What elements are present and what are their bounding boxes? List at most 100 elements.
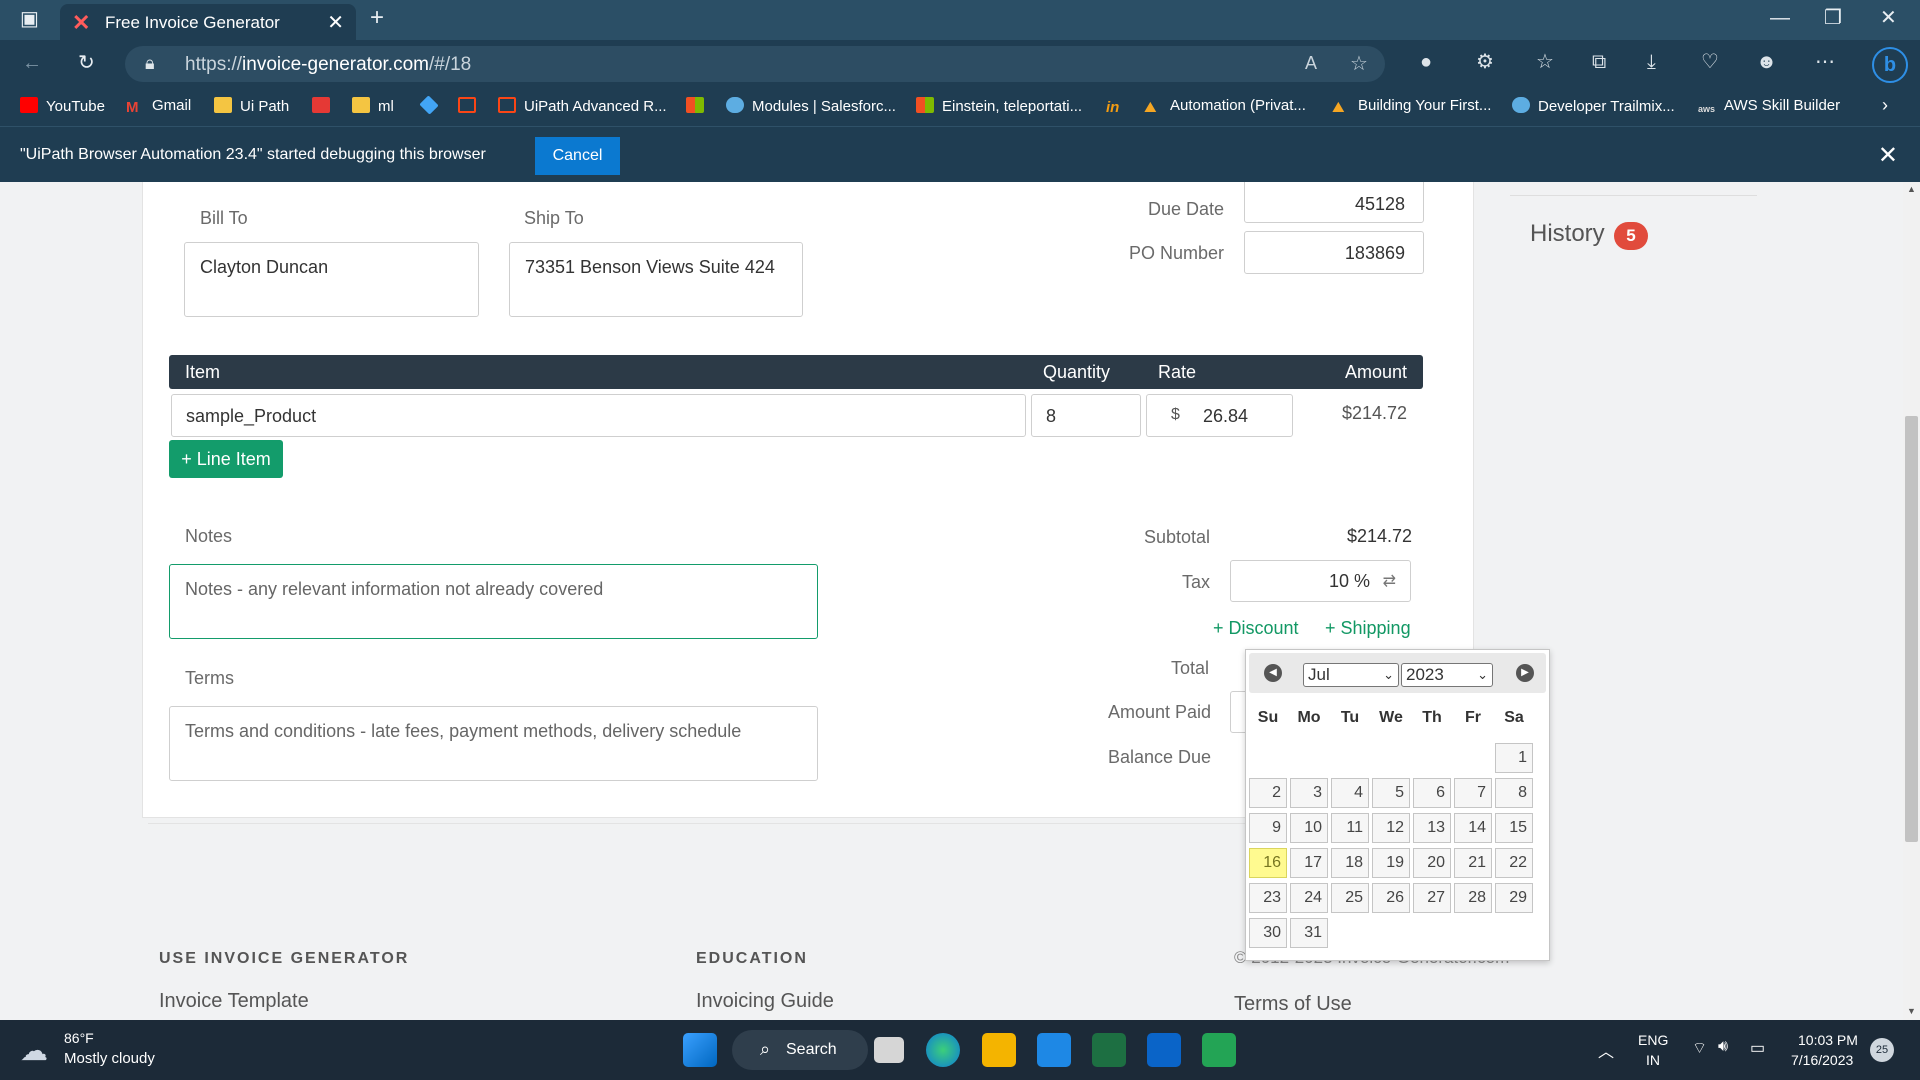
calendar-day[interactable]: 5 — [1372, 778, 1410, 808]
clock-date[interactable]: 7/16/2023 — [1791, 1052, 1853, 1068]
weather-description[interactable]: Mostly cloudy — [64, 1050, 155, 1067]
calendar-day[interactable]: 25 — [1331, 883, 1369, 913]
calendar-day[interactable]: 28 — [1454, 883, 1492, 913]
language-bottom[interactable]: IN — [1646, 1052, 1660, 1068]
close-infobar-icon[interactable]: ✕ — [1878, 141, 1898, 170]
collections-icon[interactable]: ⧉ — [1592, 51, 1606, 73]
bookmark-building-first[interactable]: ⛰ Building Your First... — [1332, 97, 1491, 116]
calendar-day[interactable]: 24 — [1290, 883, 1328, 913]
bookmark-aws[interactable]: aws AWS Skill Builder — [1698, 97, 1840, 120]
refresh-icon[interactable]: ↻ — [78, 53, 95, 73]
calendar-day[interactable]: 20 — [1413, 848, 1451, 878]
calendar-day[interactable]: 19 — [1372, 848, 1410, 878]
item-description-field[interactable]: sample_Product — [171, 394, 1026, 437]
calendar-day[interactable]: 16 — [1249, 848, 1287, 878]
due-date-field[interactable]: 45128 — [1244, 182, 1424, 223]
bookmark-in[interactable]: in — [1106, 97, 1132, 116]
favorites-icon[interactable]: ☆ — [1536, 51, 1554, 73]
language-top[interactable]: ENG — [1638, 1032, 1668, 1048]
quantity-field[interactable]: 8 — [1031, 394, 1141, 437]
restore-icon[interactable]: ❐ — [1824, 8, 1842, 28]
bookmark-uipath-advanced[interactable]: UiPath Advanced R... — [498, 97, 667, 115]
file-explorer-icon[interactable] — [982, 1033, 1016, 1067]
calendar-day[interactable]: 8 — [1495, 778, 1533, 808]
calendar-day[interactable]: 7 — [1454, 778, 1492, 808]
browser-tab[interactable]: ✕ Free Invoice Generator ✕ — [60, 4, 356, 40]
more-menu-icon[interactable]: ⋯ — [1815, 51, 1835, 73]
scroll-up-arrow-icon[interactable]: ▲ — [1907, 184, 1916, 194]
year-select[interactable]: 2023 ⌄ — [1401, 663, 1493, 687]
calendar-day[interactable]: 9 — [1249, 813, 1287, 843]
bookmark-developer-trailmix[interactable]: Developer Trailmix... — [1512, 97, 1675, 115]
scrollbar-thumb[interactable] — [1905, 416, 1918, 842]
month-select[interactable]: Jul ⌄ — [1303, 663, 1399, 687]
calendar-day[interactable]: 27 — [1413, 883, 1451, 913]
minimize-icon[interactable]: — — [1770, 8, 1790, 28]
bookmark-uipath[interactable] — [458, 97, 484, 115]
read-aloud-icon[interactable]: A — [1305, 53, 1317, 74]
bing-copilot-icon[interactable]: b — [1872, 47, 1908, 83]
browser-essentials-icon[interactable]: ♡ — [1701, 51, 1719, 73]
bill-to-field[interactable]: Clayton Duncan — [184, 242, 479, 317]
invoice-template-link[interactable]: Invoice Template — [159, 990, 309, 1013]
calendar-day[interactable]: 26 — [1372, 883, 1410, 913]
history-label[interactable]: History — [1530, 220, 1605, 248]
wifi-icon[interactable]: ⌔ — [1692, 1038, 1707, 1058]
tab-actions-icon[interactable]: ▣ — [20, 9, 39, 29]
calendar-day[interactable]: 11 — [1331, 813, 1369, 843]
windows-start-icon[interactable] — [683, 1033, 717, 1067]
calendar-day[interactable]: 30 — [1249, 918, 1287, 948]
calendar-day[interactable]: 1 — [1495, 743, 1533, 773]
calendar-day[interactable]: 13 — [1413, 813, 1451, 843]
calendar-day[interactable]: 3 — [1290, 778, 1328, 808]
calendar-day[interactable]: 23 — [1249, 883, 1287, 913]
downloads-icon[interactable]: ⤓ — [1647, 51, 1656, 73]
calendar-day[interactable]: 18 — [1331, 848, 1369, 878]
weather-temperature[interactable]: 86°F — [64, 1030, 94, 1046]
add-shipping-link[interactable]: + Shipping — [1325, 618, 1411, 639]
bookmark-gmail[interactable]: M Gmail — [126, 97, 191, 116]
edge-browser-icon[interactable] — [926, 1033, 960, 1067]
back-icon[interactable]: ← — [22, 53, 42, 73]
notes-field[interactable]: Notes - any relevant information not alr… — [169, 564, 818, 639]
taskbar-search[interactable]: ⌕ Search — [732, 1030, 868, 1070]
uipath-assistant-icon[interactable] — [1202, 1033, 1236, 1067]
terms-field[interactable]: Terms and conditions - late fees, paymen… — [169, 706, 818, 781]
tax-toggle-icon[interactable]: ⇄ — [1383, 571, 1396, 591]
profile-avatar-icon[interactable]: ☻ — [1756, 51, 1777, 73]
calendar-day[interactable]: 10 — [1290, 813, 1328, 843]
calendar-day[interactable]: 31 — [1290, 918, 1328, 948]
notification-count-badge[interactable]: 25 — [1870, 1038, 1894, 1062]
task-view-icon[interactable] — [874, 1037, 904, 1063]
ship-to-field[interactable]: 73351 Benson Views Suite 424 — [509, 242, 803, 317]
volume-icon[interactable]: 🔊︎ — [1718, 1038, 1728, 1056]
calendar-day[interactable]: 4 — [1331, 778, 1369, 808]
bookmark-youtube[interactable]: YouTube — [20, 97, 105, 115]
add-line-item-button[interactable]: + Line Item — [169, 440, 283, 478]
bookmarks-overflow-chevron-icon[interactable]: › — [1882, 95, 1888, 116]
bookmark-ml[interactable]: ml — [352, 97, 394, 115]
calendar-day[interactable]: 6 — [1413, 778, 1451, 808]
calendar-day[interactable]: 14 — [1454, 813, 1492, 843]
clock-time[interactable]: 10:03 PM — [1798, 1032, 1858, 1048]
next-month-icon[interactable]: ▶ — [1516, 664, 1534, 682]
extension-icon[interactable]: ● — [1420, 51, 1432, 73]
bookmark-modules-salesforce[interactable]: Modules | Salesforc... — [726, 97, 896, 115]
add-discount-link[interactable]: + Discount — [1213, 618, 1299, 639]
show-hidden-icons-chevron-icon[interactable]: ︿ — [1598, 1038, 1614, 1062]
calendar-day[interactable]: 22 — [1495, 848, 1533, 878]
close-tab-icon[interactable]: ✕ — [327, 10, 344, 35]
bookmark-einstein[interactable]: Einstein, teleportati... — [916, 97, 1082, 115]
calendar-day[interactable]: 15 — [1495, 813, 1533, 843]
bookmark-automation[interactable]: ⛰ Automation (Privat... — [1144, 97, 1306, 116]
invoicing-guide-link[interactable]: Invoicing Guide — [696, 990, 834, 1013]
bookmark-diamond[interactable] — [419, 95, 446, 115]
calendar-day[interactable]: 21 — [1454, 848, 1492, 878]
calendar-day[interactable]: 29 — [1495, 883, 1533, 913]
calendar-day[interactable]: 12 — [1372, 813, 1410, 843]
cancel-debugging-button[interactable]: Cancel — [535, 137, 620, 175]
battery-icon[interactable]: ▭ — [1750, 1038, 1765, 1058]
tax-field[interactable]: 10 % ⇄ — [1230, 560, 1411, 602]
close-window-icon[interactable]: ✕ — [1880, 8, 1897, 28]
url-bar[interactable]: 🔒︎ https://invoice-generator.com/#/18 A … — [125, 46, 1385, 82]
